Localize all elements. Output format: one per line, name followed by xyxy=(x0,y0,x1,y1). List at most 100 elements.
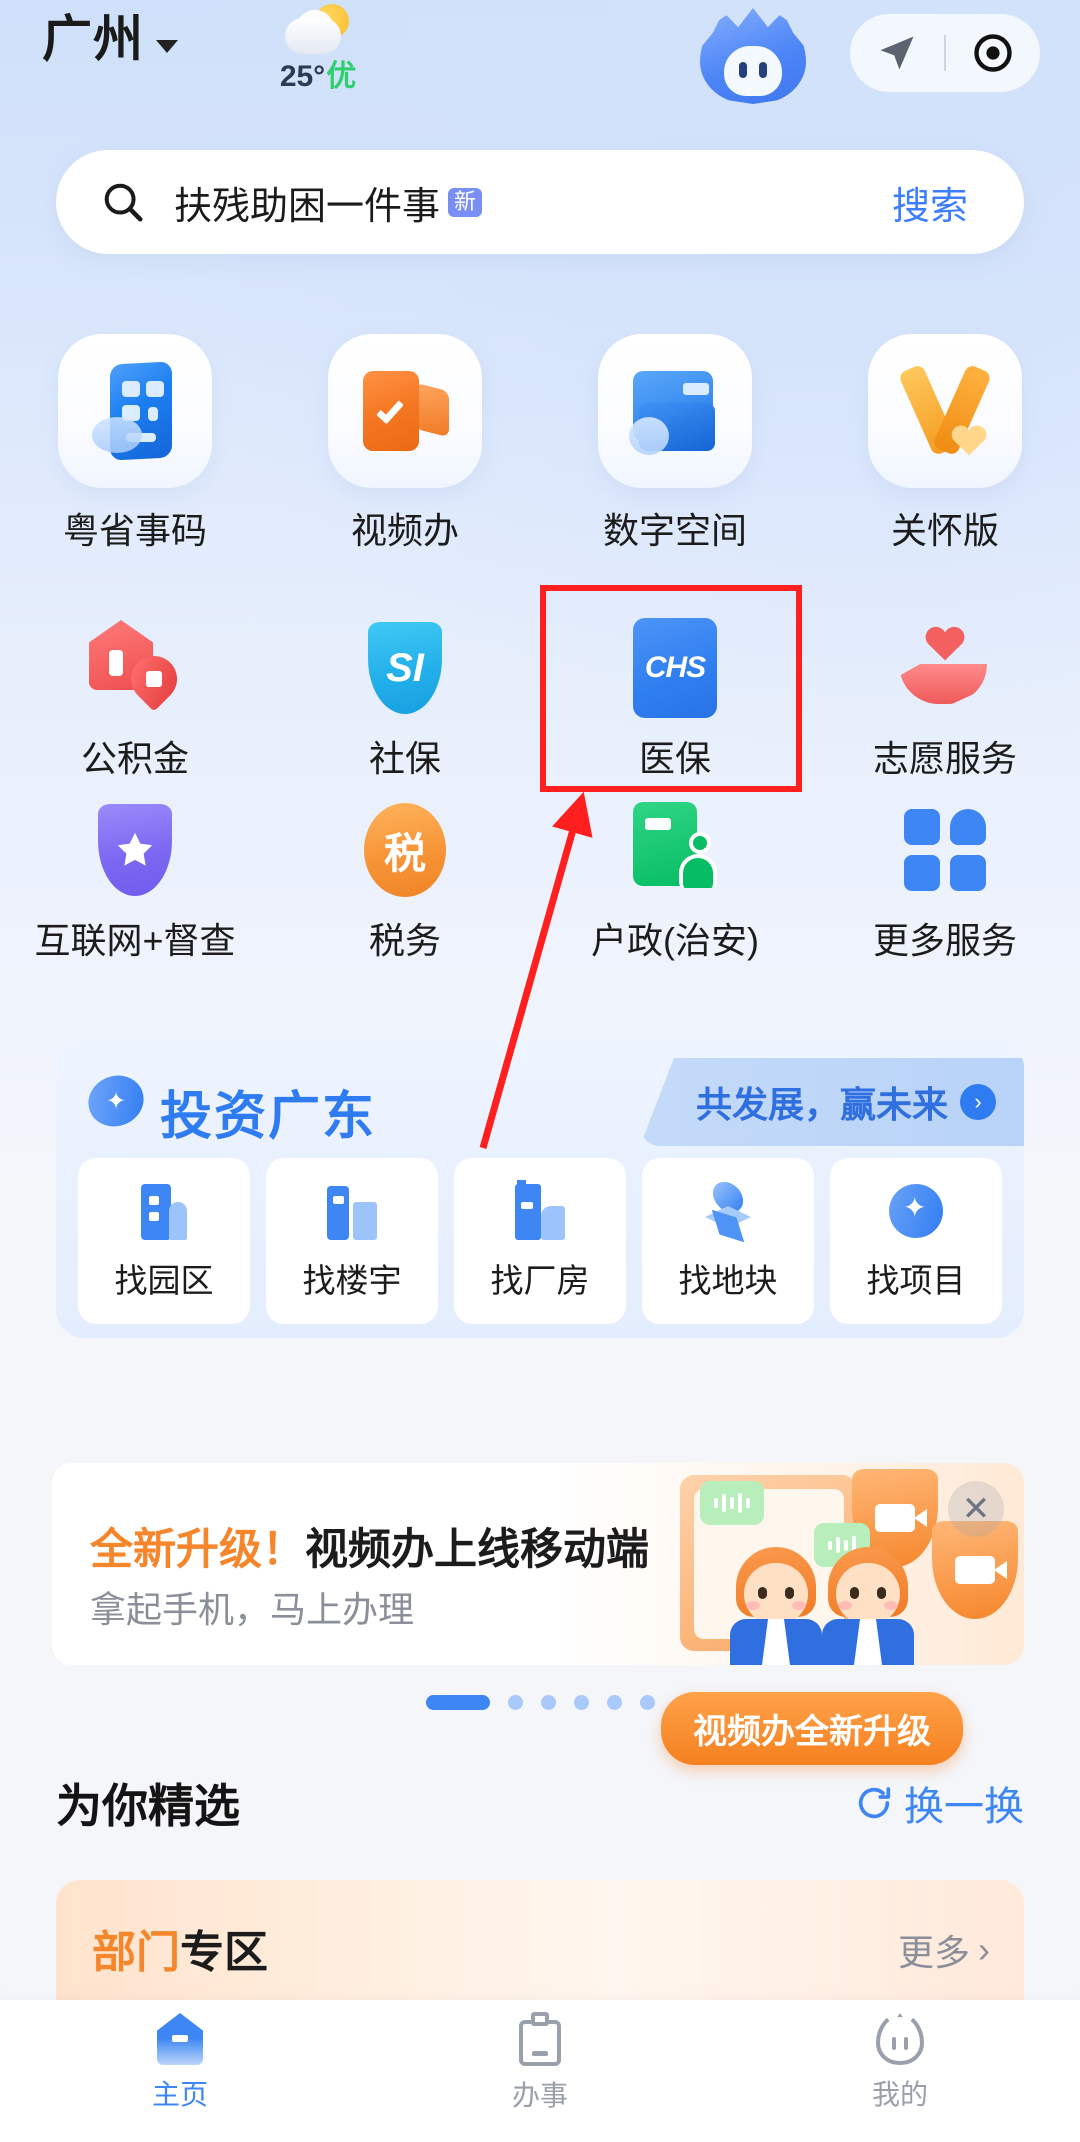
dept-title-orange: 部门 xyxy=(92,1928,180,1977)
grid-item-label: 互联网+督查 xyxy=(34,920,236,961)
invest-guangdong-card[interactable]: ✦ 投资广东 共发展，赢未来 › 找园区 找楼宇 找厂房 找地块 ✦ 找项目 xyxy=(56,1040,1024,1338)
clipboard-service-icon xyxy=(519,2012,561,2066)
grid-item-label: 医保 xyxy=(638,738,711,779)
tax-icon: 税 xyxy=(357,802,453,898)
invest-guangdong-logo-icon: ✦ xyxy=(80,1067,152,1135)
grid-item-internet-supervision[interactable]: 互联网+督查 xyxy=(0,782,270,964)
find-land-pin-icon xyxy=(697,1175,759,1242)
city-selector[interactable]: 广州 xyxy=(42,14,178,64)
grid-item-care-version[interactable]: 关怀版 xyxy=(810,330,1080,554)
carousel-pager[interactable] xyxy=(0,1695,1080,1710)
grid-item-label: 关怀版 xyxy=(890,510,999,551)
pager-dot[interactable] xyxy=(540,1695,556,1710)
grid-item-label: 更多服务 xyxy=(872,920,1017,961)
navigation-arrow-icon[interactable] xyxy=(850,31,944,75)
social-insurance-shield-icon: SI xyxy=(357,620,453,716)
pager-dot[interactable] xyxy=(639,1695,655,1710)
nav-item-label: 我的 xyxy=(871,2079,928,2110)
grid-item-digital-space[interactable]: 数字空间 xyxy=(540,330,810,554)
invest-cta-label: 共发展，赢未来 xyxy=(695,1084,948,1125)
nav-item-label: 主页 xyxy=(151,2079,208,2110)
invest-item-label: 找地块 xyxy=(678,1262,778,1299)
grid-item-label: 户政(治安) xyxy=(591,920,759,961)
household-police-card-icon xyxy=(627,802,723,898)
invest-item-land[interactable]: 找地块 xyxy=(642,1158,814,1324)
grid-item-more-services[interactable]: 更多服务 xyxy=(810,782,1080,964)
invest-item-building[interactable]: 找楼宇 xyxy=(266,1158,438,1324)
refresh-icon xyxy=(858,1787,891,1819)
promo-title: 全新升级！视频办上线移动端 xyxy=(90,1515,649,1577)
pager-dot-active[interactable] xyxy=(425,1695,490,1710)
location-toolbar[interactable] xyxy=(850,14,1040,92)
search-button[interactable]: 搜索 xyxy=(892,175,968,230)
nav-item-label: 办事 xyxy=(511,2080,568,2111)
refresh-picks-button[interactable]: 换一换 xyxy=(854,1774,1024,1832)
promo-banner[interactable]: 全新升级！视频办上线移动端 拿起手机，马上办理 ✕ xyxy=(52,1463,1024,1665)
department-zone-title: 部门专区 xyxy=(92,1916,268,1980)
grid-item-video-service[interactable]: 视频办 xyxy=(270,330,540,554)
primary-service-grid: 粤省事码 视频办 数字空间 关怀版 xyxy=(0,330,1080,554)
home-icon xyxy=(157,2013,203,2065)
invest-card-title: 投资广东 xyxy=(160,1088,377,1146)
nav-item-home[interactable]: 主页 xyxy=(0,2000,360,2142)
pager-dot[interactable] xyxy=(573,1695,589,1710)
bottom-navigation: 主页 办事 我的 xyxy=(0,2000,1080,2142)
mascot-avatar[interactable] xyxy=(700,8,806,108)
invest-item-label: 找园区 xyxy=(114,1262,214,1299)
chevron-down-icon xyxy=(156,39,178,53)
refresh-picks-label: 换一换 xyxy=(904,1785,1024,1829)
app-screen: 广州 25°优 扶残助困一件事 新 搜索 粤省事码 视频办 数字空间 关怀版 公… xyxy=(0,0,1080,2142)
close-icon[interactable]: ✕ xyxy=(948,1481,1004,1537)
video-service-icon xyxy=(328,334,482,488)
weather-temperature: 25°优 xyxy=(279,60,357,93)
invest-item-list: 找园区 找楼宇 找厂房 找地块 ✦ 找项目 xyxy=(56,1158,1024,1324)
department-more-label: 更多 xyxy=(897,1932,970,1973)
nav-item-profile[interactable]: 我的 xyxy=(720,2000,1080,2142)
chevron-right-icon: › xyxy=(978,1929,990,1970)
grid-item-label: 数字空间 xyxy=(602,510,747,551)
grid-item-tax[interactable]: 税 税务 xyxy=(270,782,540,964)
find-project-icon: ✦ xyxy=(881,1176,951,1246)
nav-item-service[interactable]: 办事 xyxy=(360,2000,720,2142)
search-bar[interactable]: 扶残助困一件事 新 搜索 xyxy=(56,150,1024,254)
picks-section-header: 为你精选 换一换 xyxy=(56,1770,1024,1836)
air-quality-label: 优 xyxy=(326,60,357,93)
grid-item-label: 税务 xyxy=(368,920,441,961)
promo-title-rest: 视频办上线移动端 xyxy=(305,1526,649,1574)
chs-medical-insurance-icon: CHS xyxy=(627,618,723,718)
grid-item-housing-fund[interactable]: 公积金 xyxy=(0,600,270,782)
grid-item-label: 社保 xyxy=(368,738,441,779)
grid-item-volunteer-service[interactable]: 志愿服务 xyxy=(810,600,1080,782)
chevron-right-circle-icon: › xyxy=(960,1084,996,1120)
find-park-icon xyxy=(133,1180,195,1242)
invest-item-label: 找厂房 xyxy=(490,1262,590,1299)
grid-item-label: 公积金 xyxy=(80,738,189,779)
find-building-icon xyxy=(321,1180,383,1242)
invest-card-cta[interactable]: 共发展，赢未来 › xyxy=(639,1058,1024,1146)
grid-item-label: 志愿服务 xyxy=(872,738,1017,779)
find-factory-icon xyxy=(509,1180,571,1242)
grid-item-label: 粤省事码 xyxy=(62,510,207,551)
department-more-link[interactable]: 更多 › xyxy=(898,1924,990,1976)
target-locate-icon[interactable] xyxy=(946,31,1040,75)
search-new-badge: 新 xyxy=(448,187,483,217)
grid-item-medical-insurance[interactable]: CHS 医保 xyxy=(540,600,810,782)
search-icon xyxy=(100,179,146,225)
department-zone-card[interactable]: 部门专区 更多 › xyxy=(56,1880,1024,2010)
supervision-shield-star-icon xyxy=(87,802,183,898)
secondary-service-grid: 公积金 SI 社保 CHS 医保 志愿服务 互联网+督查 税 税务 户政(治安)… xyxy=(0,600,1080,964)
invest-card-header: ✦ 投资广东 共发展，赢未来 › xyxy=(56,1040,1024,1158)
grid-item-yuesheng-code[interactable]: 粤省事码 xyxy=(0,330,270,554)
invest-item-project[interactable]: ✦ 找项目 xyxy=(830,1158,1002,1324)
weather-widget[interactable]: 25°优 xyxy=(258,4,378,92)
search-input[interactable]: 扶残助困一件事 新 xyxy=(174,175,483,230)
pager-dot[interactable] xyxy=(606,1695,622,1710)
care-ribbon-icon xyxy=(868,334,1022,488)
grid-item-social-insurance[interactable]: SI 社保 xyxy=(270,600,540,782)
search-query-text: 扶残助困一件事 xyxy=(174,185,441,228)
qr-code-card-icon xyxy=(58,334,212,488)
grid-item-household-police[interactable]: 户政(治安) xyxy=(540,782,810,964)
invest-item-factory[interactable]: 找厂房 xyxy=(454,1158,626,1324)
invest-item-park[interactable]: 找园区 xyxy=(78,1158,250,1324)
pager-dot[interactable] xyxy=(507,1695,523,1710)
